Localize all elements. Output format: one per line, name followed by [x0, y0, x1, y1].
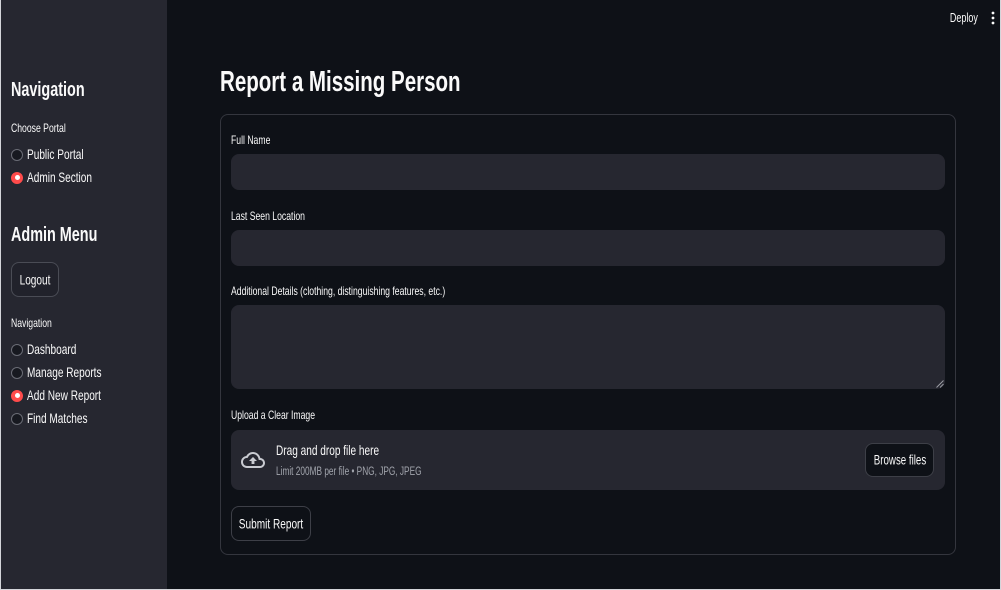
sidebar-title: Navigation [11, 79, 85, 101]
dropzone-instructions: Drag and drop file here [276, 442, 380, 458]
upload-limit-text: Limit 200MB per file • PNG, JPG, JPEG [276, 466, 422, 478]
browse-files-label: Browse files [873, 452, 926, 468]
nav-option-dashboard[interactable]: Dashboard [11, 338, 131, 361]
logout-button-label: Logout [19, 271, 51, 287]
radio-label: Add New Report [27, 387, 101, 403]
radio-button[interactable] [11, 148, 23, 161]
sidebar: Navigation Choose Portal Public Portal A… [0, 0, 167, 590]
deploy-button[interactable]: Deploy [950, 11, 978, 26]
admin-nav-radio-group: Dashboard Manage Reports Add New Report … [11, 338, 131, 430]
additional-details-textarea[interactable] [231, 305, 945, 389]
file-dropzone[interactable]: Drag and drop file here Limit 200MB per … [231, 430, 945, 490]
full-name-input[interactable] [231, 154, 945, 190]
last-seen-location-input[interactable] [231, 230, 945, 266]
submit-report-button[interactable]: Submit Report [231, 506, 311, 541]
radio-label: Dashboard [27, 341, 77, 357]
page-title: Report a Missing Person [220, 66, 461, 98]
nav-option-manage-reports[interactable]: Manage Reports [11, 361, 131, 384]
report-form: Full Name Last Seen Location Additional … [220, 114, 956, 555]
resize-grip-icon[interactable] [936, 380, 944, 388]
radio-label: Find Matches [27, 410, 88, 426]
radio-button[interactable] [11, 389, 23, 402]
radio-button[interactable] [11, 343, 23, 356]
radio-label: Manage Reports [27, 364, 102, 380]
portal-option-admin-section[interactable]: Admin Section [11, 166, 117, 189]
full-name-label: Full Name [231, 133, 271, 147]
app-window: Navigation Choose Portal Public Portal A… [0, 0, 1001, 590]
upload-image-label: Upload a Clear Image [231, 408, 316, 422]
radio-button[interactable] [11, 171, 23, 184]
choose-portal-label: Choose Portal [11, 121, 66, 135]
radio-button[interactable] [11, 366, 23, 379]
vertical-dots-icon[interactable] [991, 11, 995, 25]
additional-details-label: Additional Details (clothing, distinguis… [231, 284, 446, 298]
cloud-upload-icon [241, 452, 265, 468]
radio-button[interactable] [11, 412, 23, 425]
radio-label: Public Portal [27, 146, 84, 162]
logout-button[interactable]: Logout [11, 262, 59, 297]
admin-menu-title: Admin Menu [11, 224, 98, 246]
navigation-label: Navigation [11, 316, 52, 330]
portal-radio-group: Public Portal Admin Section [11, 143, 117, 189]
last-seen-location-label: Last Seen Location [231, 209, 305, 223]
browse-files-button[interactable]: Browse files [865, 443, 934, 477]
portal-option-public-portal[interactable]: Public Portal [11, 143, 117, 166]
radio-label: Admin Section [27, 169, 93, 185]
submit-report-label: Submit Report [238, 515, 304, 531]
nav-option-add-new-report[interactable]: Add New Report [11, 384, 131, 407]
nav-option-find-matches[interactable]: Find Matches [11, 407, 131, 430]
